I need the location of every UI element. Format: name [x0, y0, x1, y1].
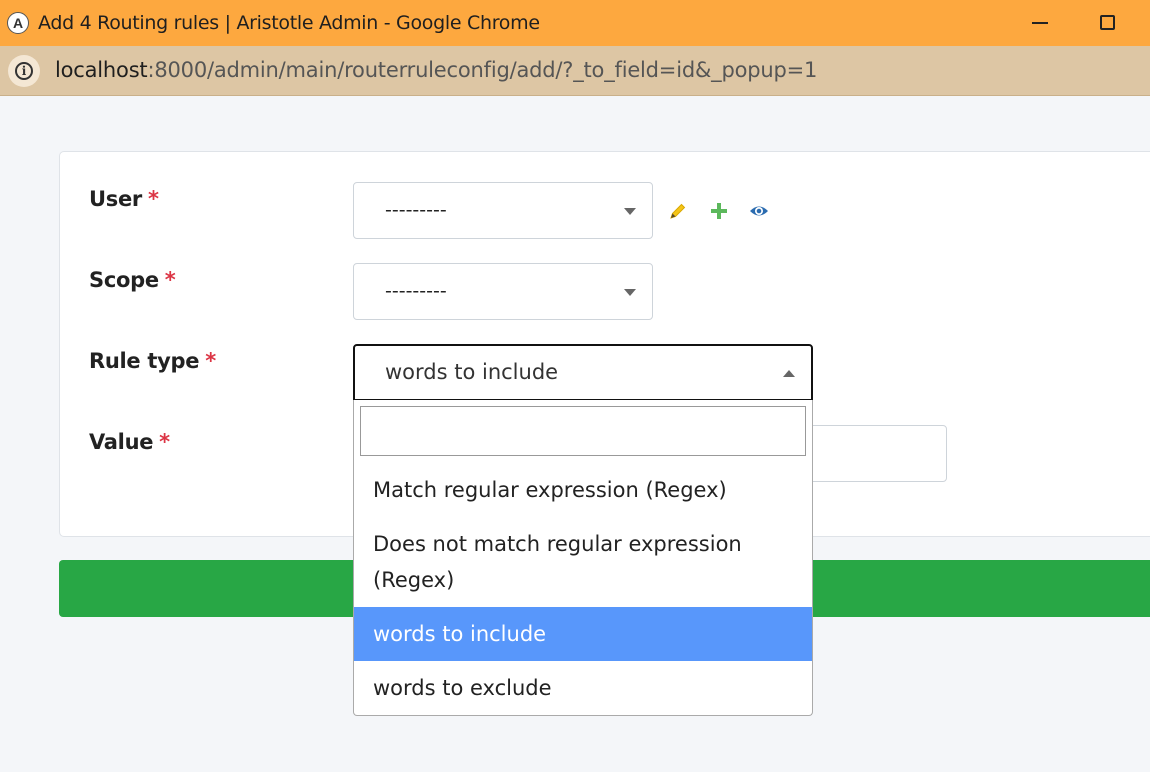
- required-mark: *: [205, 349, 216, 373]
- chevron-down-icon: [624, 208, 636, 215]
- value-label: Value *: [89, 430, 170, 454]
- scope-label-text: Scope: [89, 268, 159, 292]
- dropdown-option-not-regex[interactable]: Does not match regular expression (Regex…: [354, 526, 812, 598]
- chevron-up-icon: [783, 370, 795, 377]
- dropdown-option-words-exclude[interactable]: words to exclude: [354, 670, 812, 706]
- site-info-icon[interactable]: i: [8, 55, 40, 87]
- user-label-text: User: [89, 187, 142, 211]
- minimize-icon[interactable]: [1032, 22, 1048, 24]
- scope-select-value: ---------: [385, 280, 447, 302]
- url-host: localhost: [55, 58, 148, 82]
- user-label: User *: [89, 187, 159, 211]
- scope-label: Scope *: [89, 268, 176, 292]
- required-mark: *: [164, 268, 176, 292]
- eye-icon[interactable]: [749, 201, 769, 221]
- rule-type-dropdown: Match regular expression (Regex) Does no…: [353, 400, 813, 716]
- pencil-icon[interactable]: [668, 201, 688, 221]
- address-bar: i localhost:8000/admin/main/routerruleco…: [0, 46, 1150, 96]
- dropdown-search-input[interactable]: [360, 406, 806, 456]
- value-label-text: Value: [89, 430, 154, 454]
- app-logo-icon: A: [7, 12, 29, 34]
- dropdown-option-regex[interactable]: Match regular expression (Regex): [354, 472, 812, 508]
- url-path: :8000/admin/main/routerruleconfig/add/?_…: [147, 58, 818, 82]
- url-text[interactable]: localhost:8000/admin/main/routerruleconf…: [55, 58, 817, 82]
- rule-type-select[interactable]: words to include: [353, 344, 813, 401]
- browser-titlebar: A Add 4 Routing rules | Aristotle Admin …: [0, 0, 1150, 46]
- value-input[interactable]: [800, 425, 947, 482]
- rule-type-label-text: Rule type: [89, 349, 200, 373]
- required-mark: *: [159, 430, 170, 454]
- chevron-down-icon: [624, 289, 636, 296]
- plus-icon[interactable]: [709, 201, 729, 221]
- required-mark: *: [147, 187, 159, 211]
- user-select-value: ---------: [385, 199, 447, 221]
- dropdown-option-line: Does not match regular expression: [373, 532, 742, 556]
- dropdown-option-words-include[interactable]: words to include: [354, 607, 812, 661]
- maximize-icon[interactable]: [1100, 15, 1115, 30]
- scope-select[interactable]: ---------: [353, 263, 653, 320]
- dropdown-option-line: (Regex): [373, 568, 455, 592]
- rule-type-label: Rule type *: [89, 349, 216, 373]
- user-select[interactable]: ---------: [353, 182, 653, 239]
- window-title: Add 4 Routing rules | Aristotle Admin - …: [38, 12, 540, 34]
- rule-type-select-value: words to include: [385, 360, 559, 384]
